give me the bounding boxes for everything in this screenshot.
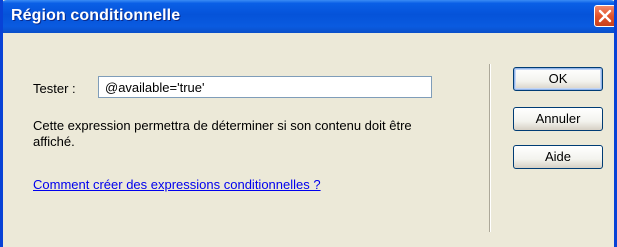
help-expressions-link[interactable]: Comment créer des expressions conditionn…	[33, 177, 321, 192]
dialog-title: Région conditionnelle	[11, 7, 181, 24]
title-bar[interactable]: Région conditionnelle	[3, 0, 614, 33]
expression-input[interactable]	[98, 76, 432, 98]
close-button[interactable]	[594, 5, 614, 27]
vertical-separator	[489, 64, 491, 232]
tester-label: Tester :	[33, 81, 76, 96]
close-icon	[598, 9, 612, 23]
cancel-button[interactable]: Annuler	[513, 107, 603, 131]
expression-description: Cette expression permettra de déterminer…	[33, 118, 412, 149]
ok-button[interactable]: OK	[513, 67, 603, 91]
help-button[interactable]: Aide	[513, 145, 603, 169]
conditional-region-dialog: Région conditionnelle Tester : Cette exp…	[0, 0, 617, 247]
